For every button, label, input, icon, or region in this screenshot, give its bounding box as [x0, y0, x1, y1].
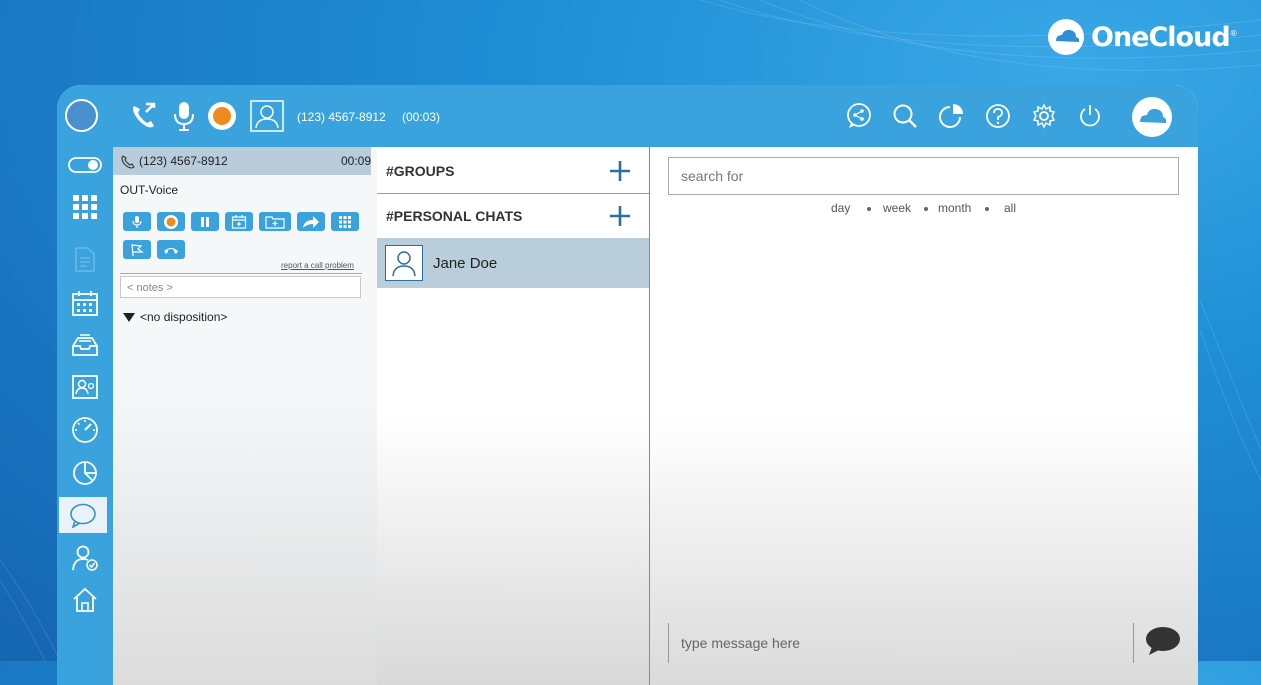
- filter-separator: [867, 207, 871, 211]
- flag-icon: [131, 243, 144, 256]
- triangle-down-icon: [123, 313, 135, 322]
- notes-field[interactable]: < notes >: [120, 276, 361, 298]
- top-bar: (123) 4567-8912 (00:03): [57, 85, 1198, 147]
- documents-icon[interactable]: [57, 241, 113, 277]
- chat-bubble-icon[interactable]: [59, 497, 107, 533]
- groups-section: #GROUPS: [377, 149, 649, 194]
- reports-pie-icon[interactable]: [57, 455, 113, 491]
- brand-name: OneCloud: [1091, 21, 1231, 53]
- message-panel: day week month all type message here: [650, 147, 1198, 685]
- active-call-timer: (00:03): [402, 110, 441, 124]
- filter-day[interactable]: day: [831, 201, 850, 215]
- call-type-label: OUT-Voice: [120, 183, 179, 197]
- dashboard-gauge-icon[interactable]: [57, 412, 113, 448]
- send-message-button[interactable]: [1144, 625, 1182, 657]
- chat-list-panel: #GROUPS #PERSONAL CHATS Jane Doe: [377, 147, 650, 685]
- schedule-button[interactable]: [225, 212, 253, 231]
- send-chat-icon: [1146, 627, 1180, 655]
- contact-card-icon[interactable]: [250, 99, 284, 133]
- record-icon[interactable]: [205, 99, 239, 133]
- keypad-button[interactable]: [331, 212, 359, 231]
- power-icon[interactable]: [1073, 99, 1107, 133]
- phone-transfer-icon[interactable]: [127, 99, 161, 133]
- search-icon[interactable]: [888, 99, 922, 133]
- pause-icon: [201, 216, 209, 227]
- filter-all[interactable]: all: [1004, 201, 1016, 215]
- sidebar: [57, 147, 113, 685]
- report-call-problem-link[interactable]: report a call problem: [281, 261, 354, 270]
- mute-button[interactable]: [123, 212, 151, 231]
- divider: [120, 273, 362, 274]
- avatar: [385, 245, 423, 281]
- disposition-value: <no disposition>: [140, 310, 228, 324]
- contact-name: Jane Doe: [433, 254, 498, 272]
- hang-up-button[interactable]: [157, 240, 185, 259]
- call-number: (123) 4567-8912: [139, 154, 228, 168]
- personal-chats-section: #PERSONAL CHATS: [377, 194, 649, 239]
- user-verified-icon[interactable]: [57, 540, 113, 576]
- calendar-add-icon: [231, 214, 247, 229]
- transfer-button[interactable]: [297, 212, 325, 231]
- inbox-icon[interactable]: [57, 327, 113, 363]
- record-icon: [164, 214, 178, 229]
- cloud-logo-icon: [1048, 19, 1084, 55]
- help-icon[interactable]: [981, 99, 1015, 133]
- calendar-icon[interactable]: [57, 285, 113, 321]
- call-panel: (123) 4567-8912 00:09 OUT-Voice report a…: [113, 147, 377, 685]
- dialpad-icon[interactable]: [57, 189, 113, 225]
- availability-toggle-icon[interactable]: [57, 147, 113, 183]
- brand-trademark: ®: [1229, 28, 1238, 38]
- filter-month[interactable]: month: [938, 201, 971, 215]
- user-avatar-icon: [392, 251, 416, 277]
- microphone-icon[interactable]: [167, 99, 201, 133]
- record-button[interactable]: [157, 212, 185, 231]
- flag-button[interactable]: [123, 240, 151, 259]
- active-call-number: (123) 4567-8912: [297, 110, 386, 124]
- dialpad-icon: [339, 215, 351, 228]
- share-chat-icon[interactable]: [842, 99, 876, 133]
- personal-chats-heading: #PERSONAL CHATS: [386, 208, 523, 224]
- groups-heading: #GROUPS: [386, 163, 455, 179]
- folder-add-icon: [265, 215, 285, 229]
- microphone-icon: [132, 215, 142, 228]
- message-compose-field[interactable]: type message here: [668, 623, 1134, 663]
- hold-button[interactable]: [191, 212, 219, 231]
- filter-week[interactable]: week: [883, 201, 911, 215]
- hang-up-icon: [164, 247, 178, 254]
- call-duration: 00:09: [340, 154, 371, 168]
- phone-icon: [121, 155, 135, 169]
- analytics-icon[interactable]: [934, 99, 968, 133]
- settings-gear-icon[interactable]: [1027, 99, 1061, 133]
- disposition-dropdown[interactable]: <no disposition>: [123, 310, 227, 324]
- call-header: (123) 4567-8912 00:09: [113, 147, 371, 175]
- app-window: (123) 4567-8912 (00:03) (123) 4567-8912 …: [57, 85, 1198, 685]
- cloud-account-icon[interactable]: [1131, 96, 1173, 138]
- home-icon[interactable]: [57, 582, 113, 618]
- filter-separator: [985, 207, 989, 211]
- brand-logo: OneCloud®: [1047, 18, 1238, 56]
- add-personal-chat-icon[interactable]: [609, 205, 631, 227]
- park-call-button[interactable]: [259, 212, 291, 231]
- list-item[interactable]: Jane Doe: [377, 238, 649, 288]
- forward-arrow-icon: [303, 215, 319, 228]
- filter-separator: [924, 207, 928, 211]
- contacts-directory-icon[interactable]: [57, 369, 113, 405]
- presence-status-button[interactable]: [65, 99, 98, 132]
- add-group-icon[interactable]: [609, 160, 631, 182]
- search-input[interactable]: [668, 157, 1179, 195]
